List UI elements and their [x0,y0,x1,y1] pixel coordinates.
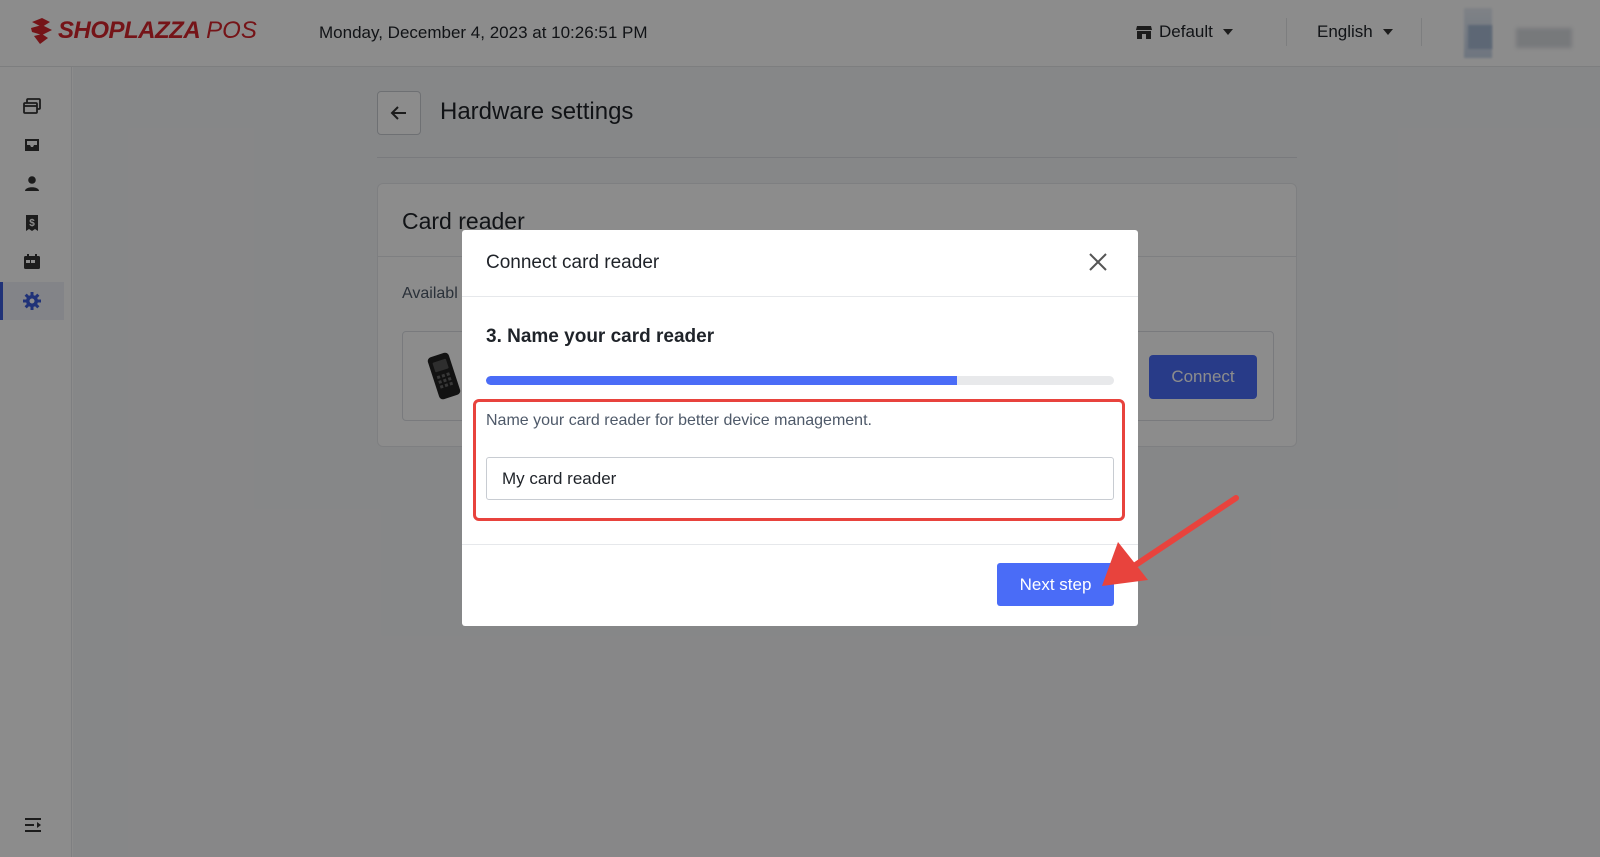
next-step-button[interactable]: Next step [997,563,1114,606]
card-reader-name-input[interactable] [486,457,1114,500]
connect-card-reader-dialog: Connect card reader 3. Name your card re… [462,230,1138,626]
dialog-header-divider [462,296,1138,297]
help-text: Name your card reader for better device … [486,412,872,429]
close-button[interactable] [1084,248,1112,276]
progress-fill [486,376,957,385]
dialog-title: Connect card reader [486,252,660,273]
step-progress-bar [486,376,1114,385]
annotation-arrow-icon [1102,495,1239,586]
dialog-footer-divider [462,544,1138,545]
close-icon [1089,253,1107,271]
step-title: 3. Name your card reader [486,326,715,347]
